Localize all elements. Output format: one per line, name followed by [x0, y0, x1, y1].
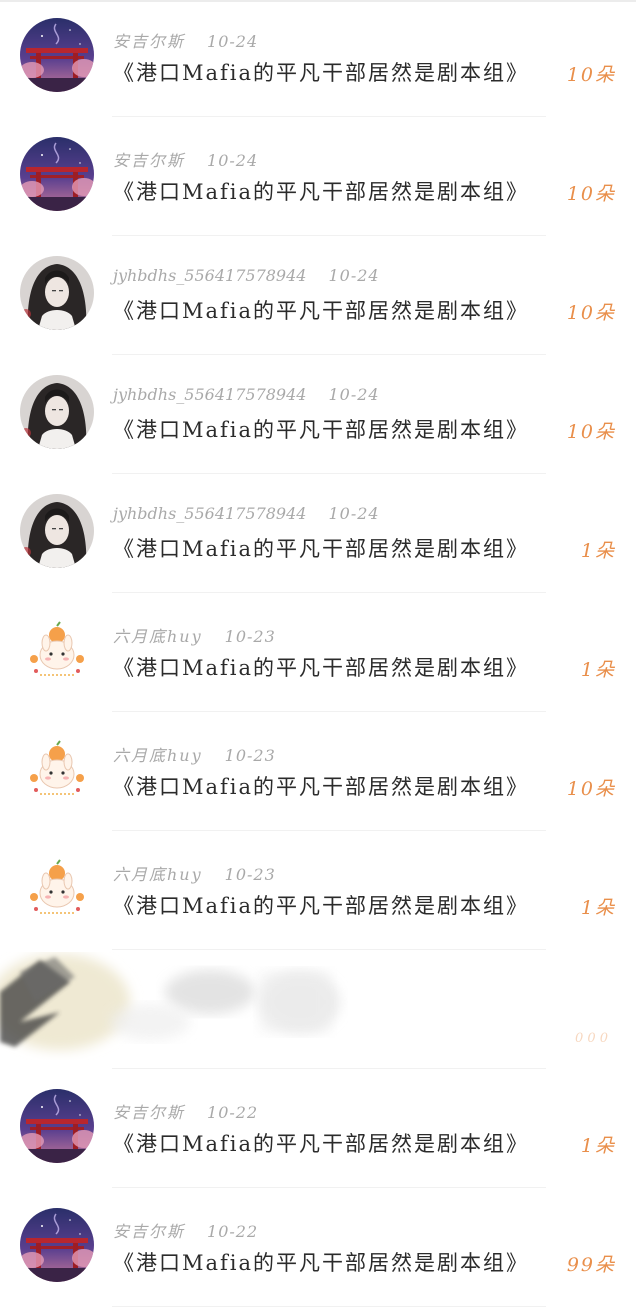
item-meta: jyhbdhs_556417578944 10-24: [113, 504, 380, 523]
username[interactable]: 安吉尔斯: [113, 1103, 185, 1122]
item-meta: 安吉尔斯 10-24: [113, 28, 258, 52]
list-item[interactable]: 安吉尔斯 10-24 《港口Mafia的平凡干部居然是剧本组》 10朵: [0, 0, 636, 119]
date: 10-24: [328, 504, 380, 523]
flower-count: 99朵: [566, 1254, 616, 1276]
username[interactable]: 六月底huy: [113, 865, 203, 884]
username[interactable]: jyhbdhs_556417578944: [113, 266, 306, 285]
username[interactable]: 六月底huy: [113, 746, 203, 765]
avatar[interactable]: [20, 494, 94, 568]
flower-count: 1朵: [580, 897, 616, 919]
date: 10-23: [224, 627, 276, 646]
list-item[interactable]: 六月底huy 10-23 《港口Mafia的平凡干部居然是剧本组》 1朵: [0, 595, 636, 714]
item-meta: 六月底huy 10-23: [113, 861, 276, 885]
item-meta: jyhbdhs_556417578944 10-24: [113, 385, 380, 404]
character-portrait-icon: [20, 256, 94, 330]
flower-count: 1朵: [580, 1135, 616, 1157]
bunny-orange-icon: [20, 732, 94, 806]
item-meta: 六月底huy 10-23: [113, 742, 276, 766]
book-title[interactable]: 《港口Mafia的平凡干部居然是剧本组》: [113, 652, 529, 682]
avatar[interactable]: [20, 137, 94, 211]
avatar[interactable]: [20, 732, 94, 806]
flower-count: 10朵: [566, 778, 616, 800]
list-item[interactable]: 六月底huy 10-23 《港口Mafia的平凡干部居然是剧本组》 10朵: [0, 714, 636, 833]
book-title[interactable]: 《港口Mafia的平凡干部居然是剧本组》: [113, 890, 529, 920]
book-title[interactable]: 《港口Mafia的平凡干部居然是剧本组》: [113, 1128, 529, 1158]
date: 10-24: [328, 266, 380, 285]
bunny-orange-icon: [20, 613, 94, 687]
flower-count: 10朵: [566, 64, 616, 86]
flower-count: 10朵: [566, 421, 616, 443]
redaction-smudge: 0 0 0: [0, 954, 608, 1050]
torii-gate-icon: [20, 18, 94, 92]
flower-count: 10朵: [566, 183, 616, 205]
avatar[interactable]: [20, 613, 94, 687]
avatar[interactable]: [20, 375, 94, 449]
list-item[interactable]: jyhbdhs_556417578944 10-24 《港口Mafia的平凡干部居…: [0, 357, 636, 476]
book-title[interactable]: 《港口Mafia的平凡干部居然是剧本组》: [113, 57, 529, 87]
flower-count: 1朵: [580, 659, 616, 681]
item-meta: 安吉尔斯 10-22: [113, 1099, 258, 1123]
book-title[interactable]: 《港口Mafia的平凡干部居然是剧本组》: [113, 1247, 529, 1277]
item-meta: 安吉尔斯 10-22: [113, 1218, 258, 1242]
avatar[interactable]: [20, 1208, 94, 1282]
username[interactable]: jyhbdhs_556417578944: [113, 504, 306, 523]
username[interactable]: 安吉尔斯: [113, 1222, 185, 1241]
list-item[interactable]: 安吉尔斯 10-22 《港口Mafia的平凡干部居然是剧本组》 1朵: [0, 1071, 636, 1190]
book-title[interactable]: 《港口Mafia的平凡干部居然是剧本组》: [113, 414, 529, 444]
avatar[interactable]: [20, 1089, 94, 1163]
gift-record-list: 安吉尔斯 10-24 《港口Mafia的平凡干部居然是剧本组》 10朵 安吉尔斯…: [0, 0, 636, 1309]
torii-gate-icon: [20, 1208, 94, 1282]
item-meta: jyhbdhs_556417578944 10-24: [113, 266, 380, 285]
date: 10-24: [207, 151, 259, 170]
list-item[interactable]: jyhbdhs_556417578944 10-24 《港口Mafia的平凡干部居…: [0, 476, 636, 595]
flower-count: 1朵: [580, 540, 616, 562]
book-title[interactable]: 《港口Mafia的平凡干部居然是剧本组》: [113, 533, 529, 563]
date: 10-22: [207, 1103, 259, 1122]
flower-count: 10朵: [566, 302, 616, 324]
date: 10-23: [224, 865, 276, 884]
character-portrait-icon: [20, 494, 94, 568]
item-meta: 安吉尔斯 10-24: [113, 147, 258, 171]
list-item[interactable]: jyhbdhs_556417578944 10-24 《港口Mafia的平凡干部居…: [0, 238, 636, 357]
avatar[interactable]: [20, 256, 94, 330]
book-title[interactable]: 《港口Mafia的平凡干部居然是剧本组》: [113, 295, 529, 325]
book-title[interactable]: 《港口Mafia的平凡干部居然是剧本组》: [113, 771, 529, 801]
torii-gate-icon: [20, 137, 94, 211]
username[interactable]: 安吉尔斯: [113, 32, 185, 51]
list-item[interactable]: 六月底huy 10-23 《港口Mafia的平凡干部居然是剧本组》 1朵: [0, 833, 636, 952]
username[interactable]: 安吉尔斯: [113, 151, 185, 170]
book-title[interactable]: 《港口Mafia的平凡干部居然是剧本组》: [113, 176, 529, 206]
avatar[interactable]: [20, 18, 94, 92]
username[interactable]: 六月底huy: [113, 627, 203, 646]
date: 10-22: [207, 1222, 259, 1241]
username[interactable]: jyhbdhs_556417578944: [113, 385, 306, 404]
list-item[interactable]: 安吉尔斯 10-22 《港口Mafia的平凡干部居然是剧本组》 99朵: [0, 1190, 636, 1309]
character-portrait-icon: [20, 375, 94, 449]
avatar[interactable]: [20, 851, 94, 925]
list-item-redacted: 0 0 0: [0, 952, 636, 1071]
date: 10-24: [207, 32, 259, 51]
date: 10-24: [328, 385, 380, 404]
torii-gate-icon: [20, 1089, 94, 1163]
svg-text:0 0 0: 0 0 0: [575, 1031, 608, 1046]
item-meta: 六月底huy 10-23: [113, 623, 276, 647]
date: 10-23: [224, 746, 276, 765]
list-item[interactable]: 安吉尔斯 10-24 《港口Mafia的平凡干部居然是剧本组》 10朵: [0, 119, 636, 238]
bunny-orange-icon: [20, 851, 94, 925]
